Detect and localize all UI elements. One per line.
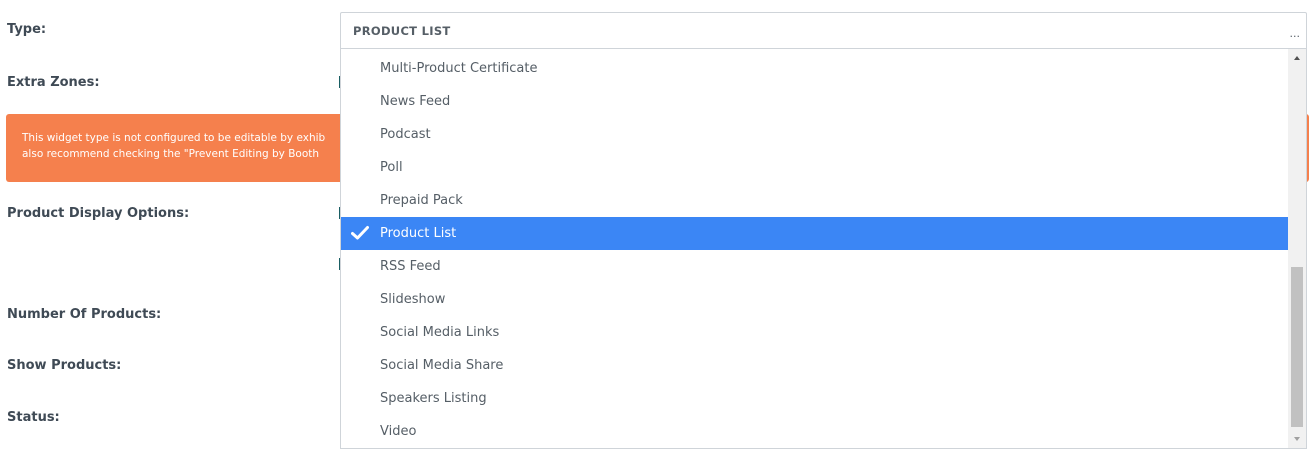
status-label: Status: <box>7 410 60 425</box>
option-poll[interactable]: Poll <box>341 151 1289 184</box>
option-slideshow[interactable]: Slideshow <box>341 283 1289 316</box>
type-select[interactable]: PRODUCT LIST ... <box>340 12 1307 49</box>
type-select-value: PRODUCT LIST <box>353 24 451 38</box>
extra-zones-label: Extra Zones: <box>7 75 100 90</box>
select-ellipsis-icon: ... <box>1289 27 1301 40</box>
option-multi-product-certificate[interactable]: Multi-Product Certificate <box>341 52 1289 85</box>
option-video[interactable]: Video <box>341 415 1289 448</box>
scroll-up-arrow-icon[interactable] <box>1288 51 1306 65</box>
type-label: Type: <box>7 22 47 37</box>
option-product-list-label: Product List <box>380 226 457 241</box>
dropdown-scrollbar[interactable] <box>1288 49 1306 448</box>
scrollbar-thumb[interactable] <box>1291 267 1303 427</box>
show-products-label: Show Products: <box>7 358 122 373</box>
option-rss-feed[interactable]: RSS Feed <box>341 250 1289 283</box>
product-display-options-label: Product Display Options: <box>7 206 190 221</box>
type-dropdown-list[interactable]: Multi-Product Certificate News Feed Podc… <box>340 49 1307 449</box>
option-prepaid-pack[interactable]: Prepaid Pack <box>341 184 1289 217</box>
option-social-media-links[interactable]: Social Media Links <box>341 316 1289 349</box>
option-product-list[interactable]: Product List <box>341 217 1289 250</box>
scroll-down-arrow-icon[interactable] <box>1288 432 1306 446</box>
number-of-products-label: Number Of Products: <box>7 307 162 322</box>
option-social-media-share[interactable]: Social Media Share <box>341 349 1289 382</box>
checkmark-icon <box>351 226 369 240</box>
option-podcast[interactable]: Podcast <box>341 118 1289 151</box>
option-speakers-listing[interactable]: Speakers Listing <box>341 382 1289 415</box>
option-news-feed[interactable]: News Feed <box>341 85 1289 118</box>
